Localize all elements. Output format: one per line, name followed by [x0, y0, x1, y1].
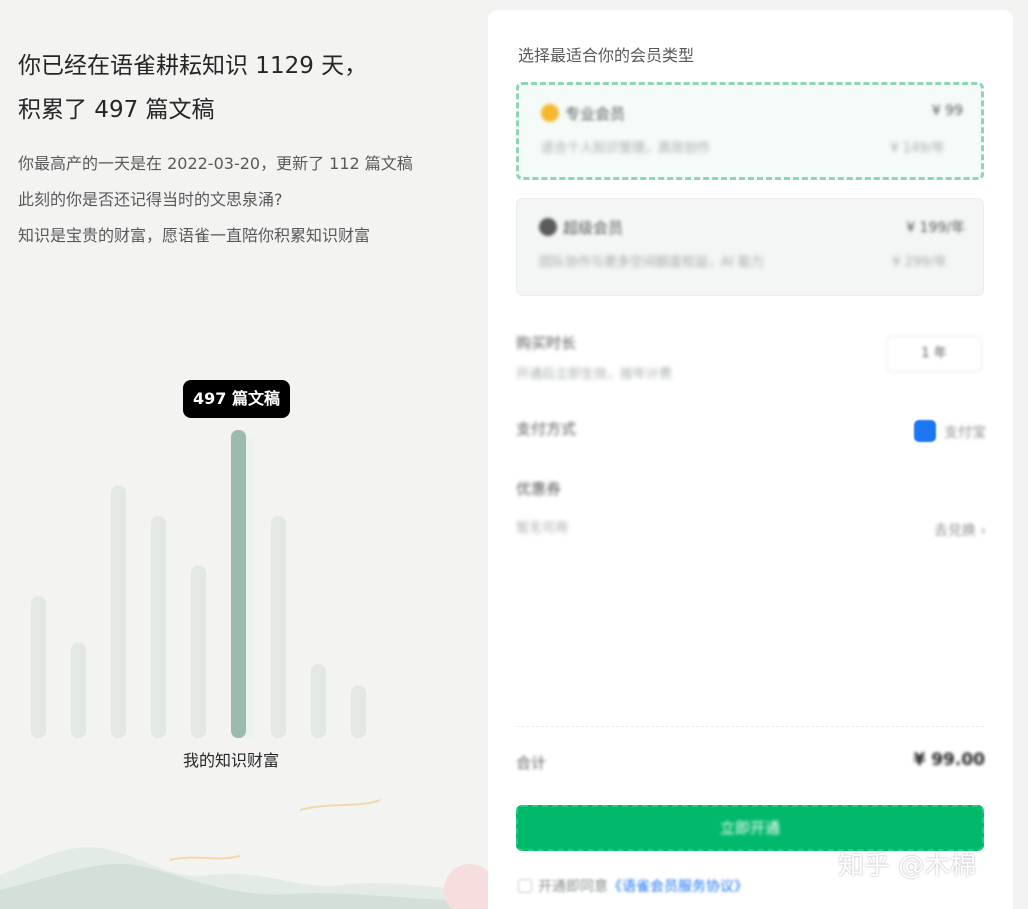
bar [271, 516, 286, 738]
payment-method-value: 支付宝 [944, 425, 986, 441]
knowledge-bar-chart: 497 篇文稿 [20, 380, 400, 740]
coupon-subtext: 暂无可用 [516, 521, 569, 536]
plan-original-price: ¥ 149/年 [890, 141, 945, 156]
coupon-redeem-link[interactable]: 去兑换 › [934, 520, 986, 540]
headline-line-days: 你已经在语雀耕耘知识 1129 天， [18, 53, 368, 79]
headline-line-docs: 积累了 497 篇文稿 [18, 97, 215, 123]
bar [351, 685, 366, 738]
chart-caption: 我的知识财富 [183, 751, 280, 770]
buy-button-label: 立即开通 [719, 819, 780, 837]
plan-name: 超级会员 [563, 219, 624, 237]
divider [516, 726, 984, 727]
highlight-bar [231, 430, 246, 738]
bar [191, 565, 206, 738]
chart-tooltip: 497 篇文稿 [183, 380, 290, 418]
bar [31, 596, 46, 738]
mountain-landscape-illustration [0, 799, 488, 909]
coupon-row: 优惠券 暂无可用 去兑换 › [516, 478, 986, 539]
plan-option-pro[interactable]: 专业会员 ¥ 99 适合个人知识管理，高效创作 ¥ 149/年 [516, 82, 984, 180]
desc-knowledge-wish: 知识是宝贵的财富，愿语雀一直陪你积累知识财富 [18, 226, 371, 245]
alipay-icon [914, 420, 936, 442]
plan-price: ¥ 199/年 [906, 220, 965, 236]
desc-remember-question: 此刻的你是否还记得当时的文思泉涌? [18, 190, 283, 209]
bar [311, 664, 326, 738]
bar-chart-svg [31, 430, 366, 738]
payment-row: 支付方式 支付宝 [516, 418, 986, 442]
plan-option-super[interactable]: 超级会员 ¥ 199/年 团队协作与更多空间额度权益，AI 能力 ¥ 299/年 [516, 198, 984, 296]
payment-method-selector[interactable]: 支付宝 [914, 420, 986, 442]
agreement-checkbox[interactable] [518, 879, 532, 893]
plan-price: ¥ 99 [931, 103, 963, 119]
plan-name: 专业会员 [565, 105, 626, 123]
plan-original-price: ¥ 299/年 [892, 255, 947, 270]
coupon-label: 优惠券 [516, 480, 562, 498]
plan-description: 团队协作与更多空间额度权益，AI 能力 [539, 255, 764, 270]
desc-most-productive-day: 你最高产的一天是在 2022-03-20，更新了 112 篇文稿 [18, 154, 413, 173]
crown-gold-icon [541, 104, 559, 122]
left-summary-panel: 你已经在语雀耕耘知识 1129 天， 积累了 497 篇文稿 你最高产的一天是在… [0, 0, 488, 909]
total-label: 合计 [516, 754, 547, 772]
bar [71, 642, 86, 738]
bar-shadow [246, 438, 254, 738]
crown-dark-icon [539, 218, 557, 236]
summary-headline: 你已经在语雀耕耘知识 1129 天， 积累了 497 篇文稿 [18, 44, 367, 132]
total-price: ¥ 99.00 [913, 750, 985, 770]
bar [151, 516, 166, 738]
agreement-link[interactable]: 《语雀会员服务协议》 [608, 879, 748, 895]
plan-description: 适合个人知识管理，高效创作 [541, 141, 711, 156]
membership-title: 选择最适合你的会员类型 [518, 46, 695, 65]
agreement-prefix: 开通即同意 [538, 879, 608, 895]
duration-row: 购买时长 开通后立即生效，按年计费 1 年 [516, 332, 986, 382]
membership-card: 选择最适合你的会员类型 专业会员 ¥ 99 适合个人知识管理，高效创作 ¥ 14… [488, 10, 1013, 909]
duration-stepper[interactable]: 1 年 [886, 336, 982, 372]
zhihu-watermark: 知乎 @木棉 [838, 851, 977, 881]
agreement-text: 开通即同意《语雀会员服务协议》 [518, 876, 748, 896]
summary-description: 你最高产的一天是在 2022-03-20，更新了 112 篇文稿 此刻的你是否还… [18, 146, 413, 254]
bar [111, 485, 126, 738]
